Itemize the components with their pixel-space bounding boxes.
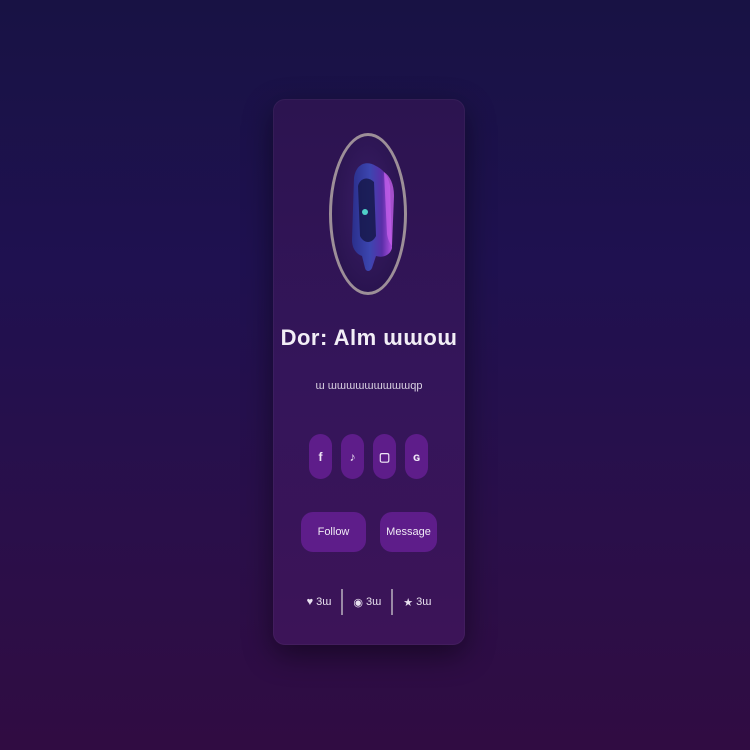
tiktok-icon[interactable]: ♪ <box>341 434 364 479</box>
stat-stars: ★ 3ɯ <box>403 596 431 609</box>
profile-stats: ♥ 3ɯ ◉ 3ɯ ★ 3ɯ <box>273 589 465 615</box>
message-button[interactable]: Message <box>380 512 437 552</box>
stat-divider <box>391 589 394 615</box>
social-links: f ♪ ▢ ɢ <box>309 434 428 479</box>
profile-tagline: ɯ ɯɯɯɯɯɯɯɯɯqp <box>315 380 423 392</box>
follow-button[interactable]: Follow <box>301 512 366 552</box>
hooded-figure-icon <box>352 163 394 271</box>
stat-views-value: 3ɯ <box>365 596 382 608</box>
stat-likes-value: 3ɯ <box>316 596 332 608</box>
avatar[interactable] <box>329 133 407 295</box>
stat-likes: ♥ 3ɯ <box>307 596 332 608</box>
github-icon[interactable]: ɢ <box>405 434 428 479</box>
stat-views: ◉ 3ɯ <box>353 596 381 609</box>
action-buttons: Follow Message <box>301 512 437 552</box>
heart-icon: ♥ <box>306 596 314 608</box>
profile-name: Dor: Alm ɯɯoɯ <box>280 325 458 350</box>
stat-stars-value: 3ɯ <box>416 596 432 608</box>
star-icon: ★ <box>403 596 414 609</box>
facebook-icon[interactable]: f <box>309 434 332 479</box>
instagram-icon[interactable]: ▢ <box>373 434 396 479</box>
stat-divider <box>341 589 344 615</box>
profile-card: Dor: Alm ɯɯoɯ ɯ ɯɯɯɯɯɯɯɯɯqp f ♪ ▢ ɢ Foll… <box>273 99 465 645</box>
eye-icon: ◉ <box>353 596 363 609</box>
